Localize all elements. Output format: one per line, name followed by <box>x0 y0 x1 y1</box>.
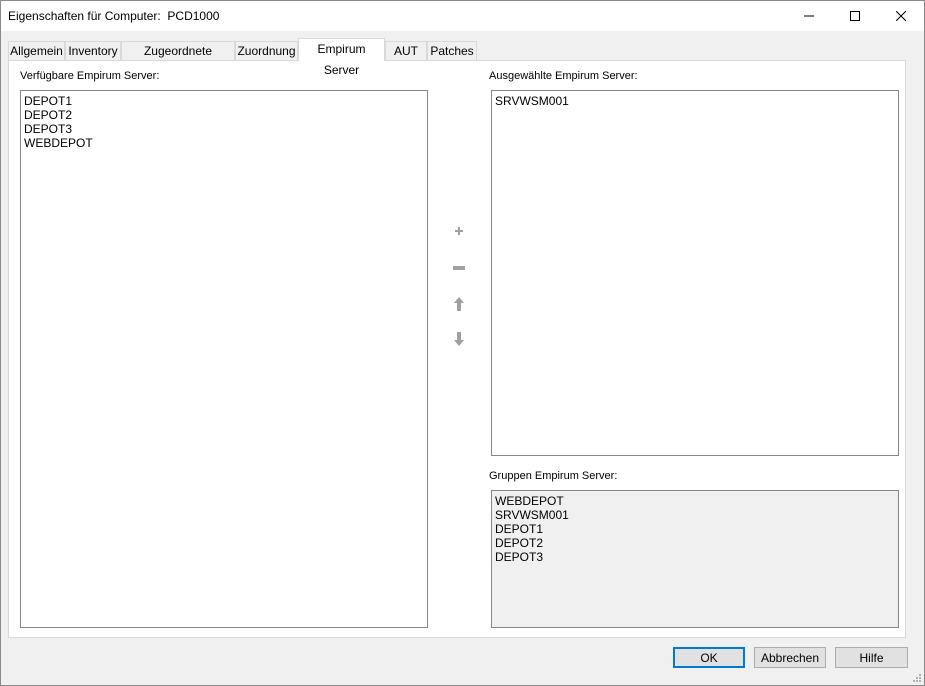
tab-allgemein[interactable]: Allgemein <box>8 41 65 60</box>
tab-patches[interactable]: Patches <box>427 41 477 60</box>
list-item: DEPOT2 <box>495 536 544 550</box>
selected-servers-list[interactable]: SRVWSM001 <box>491 90 899 456</box>
arrow-up-icon <box>454 297 464 311</box>
close-icon <box>896 11 906 21</box>
group-servers-list: WEBDEPOT SRVWSM001 DEPOT1 DEPOT2 DEPOT3 <box>491 490 899 628</box>
list-item: DEPOT1 <box>495 522 544 536</box>
move-up-button[interactable] <box>449 294 469 314</box>
add-server-button[interactable] <box>449 221 469 241</box>
tab-zugeordnete-objekte[interactable]: Zugeordnete Objekte <box>121 41 235 77</box>
list-item: WEBDEPOT <box>495 494 564 508</box>
tab-empirum-server[interactable]: Empirum Server <box>298 38 385 77</box>
cancel-button[interactable]: Abbrechen <box>754 647 826 668</box>
list-item: DEPOT3 <box>495 550 544 564</box>
close-button[interactable] <box>878 1 924 31</box>
available-servers-list[interactable]: DEPOT1 DEPOT2 DEPOT3 WEBDEPOT <box>20 90 428 628</box>
list-item[interactable]: WEBDEPOT <box>24 136 424 150</box>
ok-button[interactable]: OK <box>673 647 745 668</box>
title-bar[interactable]: Eigenschaften für Computer: PCD1000 <box>1 1 924 31</box>
arrow-down-icon <box>454 332 464 346</box>
group-servers-label: Gruppen Empirum Server: <box>489 470 618 482</box>
window-title: Eigenschaften für Computer: PCD1000 <box>8 9 220 23</box>
tab-aut[interactable]: AUT <box>385 41 427 60</box>
list-item[interactable]: DEPOT3 <box>24 122 424 136</box>
list-item[interactable]: DEPOT2 <box>24 108 424 122</box>
resize-grip-icon[interactable] <box>911 672 922 683</box>
available-servers-label: Verfügbare Empirum Server: <box>20 70 160 82</box>
properties-dialog: Eigenschaften für Computer: PCD1000 Allg… <box>0 0 925 686</box>
selected-servers-label: Ausgewählte Empirum Server: <box>489 70 638 82</box>
tab-zuordnung[interactable]: Zuordnung <box>235 41 298 60</box>
minimize-icon <box>804 15 814 17</box>
tab-inventory[interactable]: Inventory <box>65 41 121 60</box>
list-item: SRVWSM001 <box>495 508 569 522</box>
remove-server-button[interactable] <box>449 258 469 278</box>
maximize-icon <box>850 11 860 21</box>
minus-icon <box>453 266 465 270</box>
list-item[interactable]: SRVWSM001 <box>495 94 895 108</box>
list-item[interactable]: DEPOT1 <box>24 94 424 108</box>
plus-icon <box>455 227 463 235</box>
maximize-button[interactable] <box>832 1 878 31</box>
minimize-button[interactable] <box>786 1 832 31</box>
help-button[interactable]: Hilfe <box>835 647 908 668</box>
move-down-button[interactable] <box>449 329 469 349</box>
